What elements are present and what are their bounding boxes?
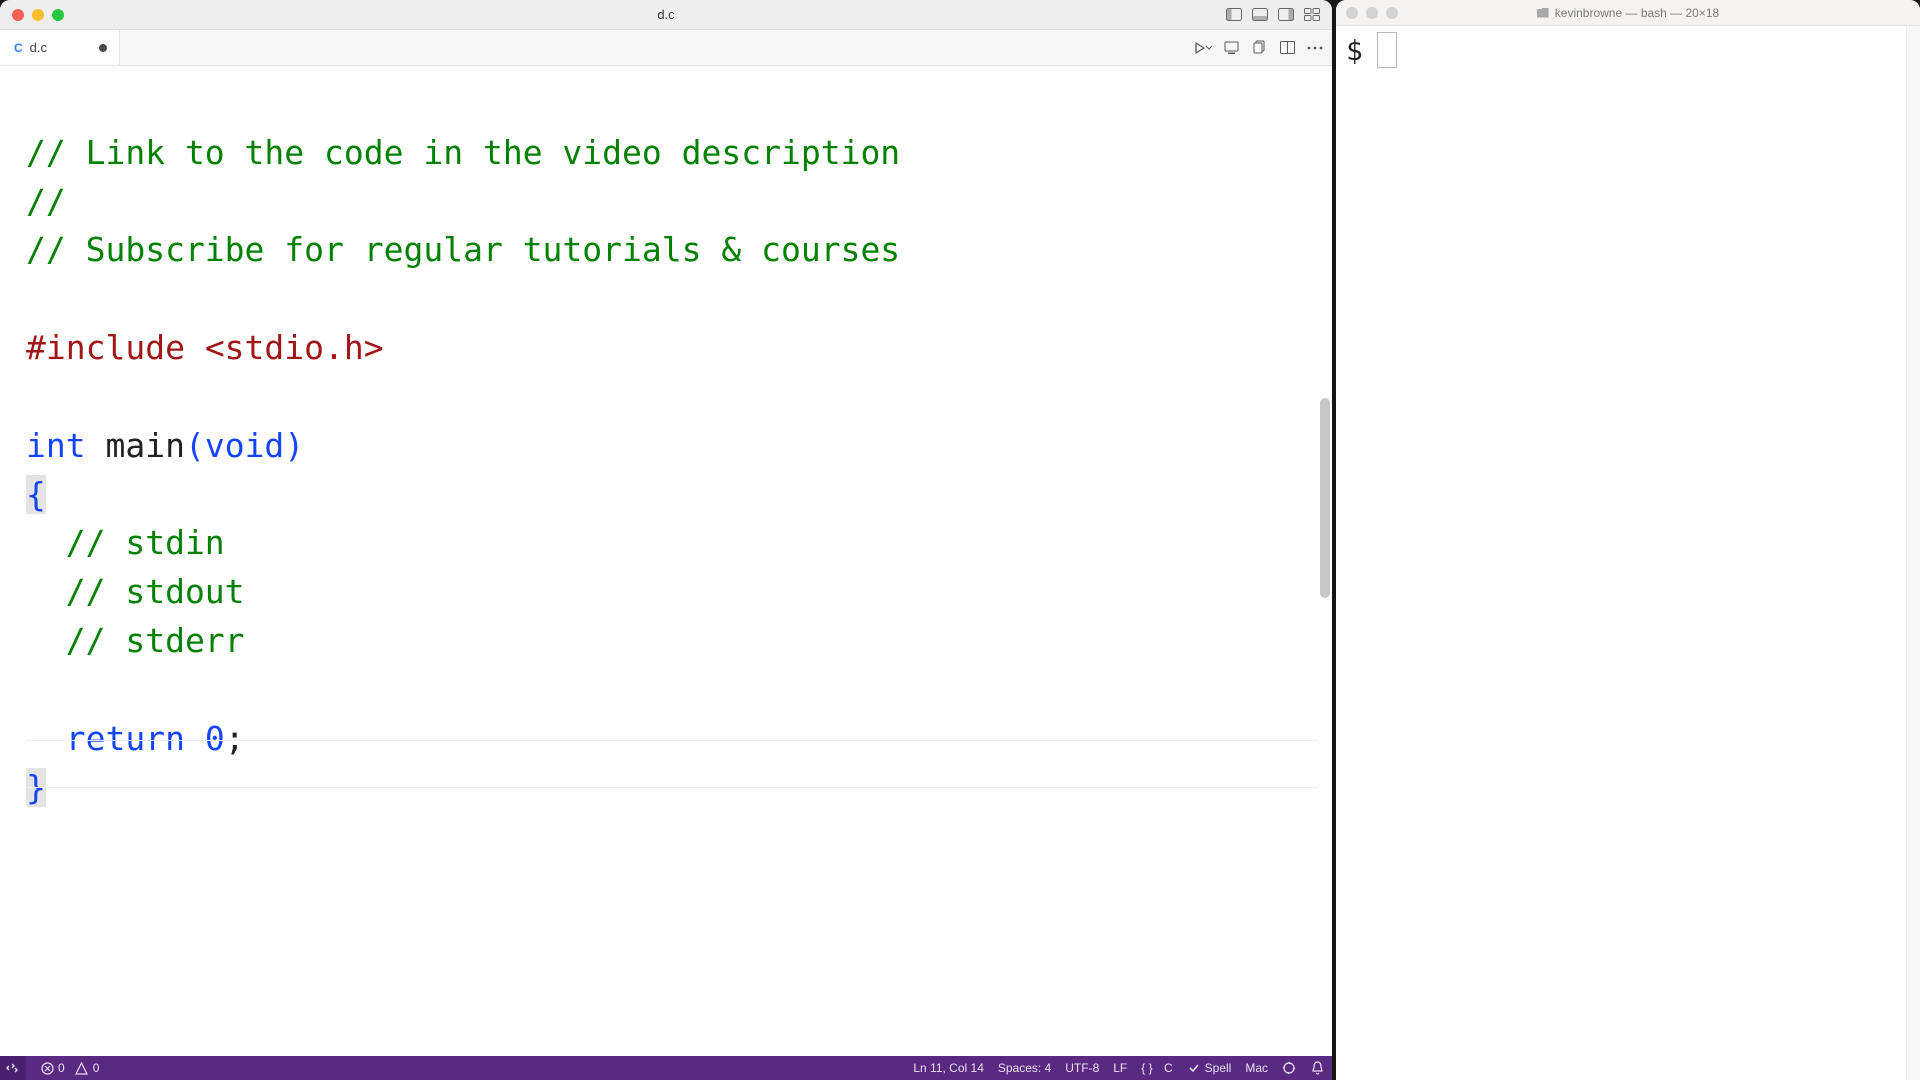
- encoding-setting[interactable]: UTF-8: [1065, 1061, 1099, 1075]
- code-comment: // Link to the code in the video descrip…: [26, 133, 900, 172]
- eol-setting[interactable]: LF: [1113, 1061, 1127, 1075]
- panel-left-icon[interactable]: [1224, 7, 1244, 23]
- layout-grid-icon[interactable]: [1302, 7, 1322, 23]
- status-bar: 0 0 Ln 11, Col 14 Spaces: 4 UTF-8 LF { }…: [0, 1056, 1332, 1080]
- check-icon: [1187, 1061, 1201, 1075]
- indentation-setting[interactable]: Spaces: 4: [998, 1061, 1051, 1075]
- bell-icon[interactable]: [1310, 1061, 1324, 1075]
- terminal-title: kevinbrowne — bash — 20×18: [1537, 6, 1719, 20]
- unsaved-dot-icon: [99, 44, 107, 52]
- code-line: int main(void): [26, 426, 304, 465]
- tab-filename: d.c: [30, 40, 47, 55]
- file-stack-icon[interactable]: [1250, 39, 1268, 57]
- errors-count[interactable]: 0: [40, 1061, 65, 1075]
- code-line: return 0;: [26, 719, 245, 758]
- feedback-icon[interactable]: [1282, 1061, 1296, 1075]
- file-language-badge: C: [14, 41, 23, 55]
- code-comment: // stderr: [26, 621, 245, 660]
- remote-indicator[interactable]: [0, 1056, 26, 1080]
- titlebar-layout-icons: [1224, 7, 1322, 23]
- code-editor[interactable]: // Link to the code in the video descrip…: [0, 66, 1318, 1056]
- split-editor-icon[interactable]: [1278, 39, 1296, 57]
- folder-icon: [1537, 8, 1549, 18]
- zoom-window-button[interactable]: [1386, 7, 1398, 19]
- os-indicator[interactable]: Mac: [1245, 1061, 1268, 1075]
- language-mode[interactable]: { } C: [1141, 1061, 1172, 1075]
- code-comment: //: [26, 182, 66, 221]
- terminal-body[interactable]: $: [1336, 26, 1920, 1080]
- device-icon[interactable]: [1222, 39, 1240, 57]
- terminal-prompt: $: [1346, 34, 1363, 67]
- terminal-prompt-line: $: [1346, 32, 1910, 68]
- scroll-thumb[interactable]: [1320, 398, 1330, 598]
- code-brace: {: [26, 475, 46, 514]
- more-actions-icon[interactable]: [1306, 39, 1324, 57]
- error-icon: [40, 1061, 54, 1075]
- close-window-button[interactable]: [1346, 7, 1358, 19]
- terminal-window: kevinbrowne — bash — 20×18 $: [1336, 0, 1920, 1080]
- window-title: d.c: [657, 7, 674, 22]
- desktop: d.c C d.c: [0, 0, 1920, 1080]
- minimize-window-button[interactable]: [1366, 7, 1378, 19]
- zoom-window-button[interactable]: [52, 9, 64, 21]
- warnings-count[interactable]: 0: [75, 1061, 100, 1075]
- vertical-scrollbar[interactable]: [1318, 66, 1332, 1056]
- run-play-icon[interactable]: [1194, 39, 1212, 57]
- terminal-cursor: [1377, 32, 1397, 68]
- traffic-lights: [0, 9, 64, 21]
- warning-icon: [75, 1061, 89, 1075]
- tab-bar: C d.c: [0, 30, 1332, 66]
- terminal-titlebar[interactable]: kevinbrowne — bash — 20×18: [1336, 0, 1920, 26]
- code-comment: // Subscribe for regular tutorials & cou…: [26, 230, 900, 269]
- editor-titlebar[interactable]: d.c: [0, 0, 1332, 30]
- editor-actions: [1194, 30, 1324, 65]
- editor-body: // Link to the code in the video descrip…: [0, 66, 1332, 1056]
- panel-bottom-icon[interactable]: [1250, 7, 1270, 23]
- tab-d-c[interactable]: C d.c: [0, 30, 120, 65]
- code-comment: // stdin: [26, 523, 225, 562]
- code-preprocessor: #include <stdio.h>: [26, 328, 384, 367]
- minimize-window-button[interactable]: [32, 9, 44, 21]
- code-brace: }: [26, 768, 46, 807]
- terminal-scrollbar[interactable]: [1906, 26, 1920, 1080]
- editor-window: d.c C d.c: [0, 0, 1332, 1080]
- cursor-position[interactable]: Ln 11, Col 14: [913, 1061, 984, 1075]
- code-comment: // stdout: [26, 572, 245, 611]
- spell-check[interactable]: Spell: [1187, 1061, 1232, 1075]
- close-window-button[interactable]: [12, 9, 24, 21]
- traffic-lights: [1336, 7, 1398, 19]
- panel-right-icon[interactable]: [1276, 7, 1296, 23]
